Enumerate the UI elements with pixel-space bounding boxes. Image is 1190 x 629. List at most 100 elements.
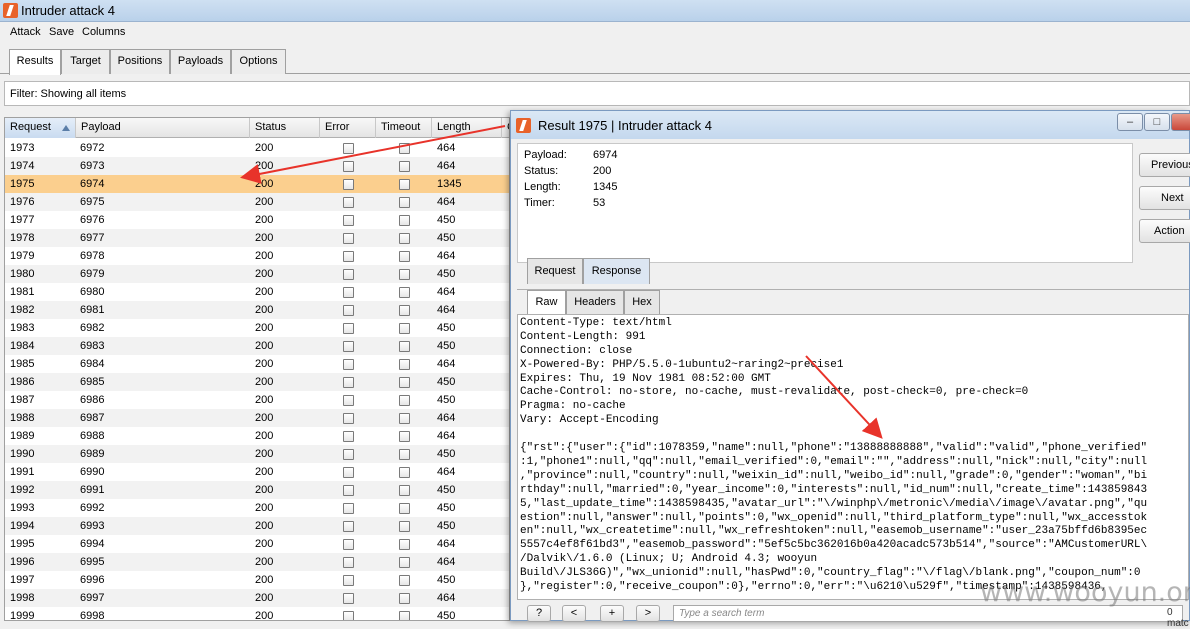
cell-request: 1988 bbox=[10, 412, 35, 424]
table-row[interactable]: 1996 6995 200 464 bbox=[5, 553, 509, 571]
filter-bar[interactable]: Filter: Showing all items bbox=[4, 81, 1190, 106]
action-button[interactable]: Action bbox=[1139, 219, 1190, 243]
cell-request: 1991 bbox=[10, 466, 35, 478]
table-row[interactable]: 1982 6981 200 464 bbox=[5, 301, 509, 319]
table-row[interactable]: 1976 6975 200 464 bbox=[5, 193, 509, 211]
response-body-line: rthday":null,"married":0,"year_income":0… bbox=[520, 483, 1148, 496]
search-prev-button[interactable]: < bbox=[562, 605, 586, 622]
error-checkbox bbox=[343, 143, 354, 154]
table-row[interactable]: 1995 6994 200 464 bbox=[5, 535, 509, 553]
timeout-checkbox bbox=[399, 341, 410, 352]
cell-status: 200 bbox=[255, 286, 274, 298]
cell-length: 464 bbox=[437, 196, 456, 208]
result-window: Result 1975 | Intruder attack 4 – □ ✕ Pa… bbox=[510, 110, 1190, 629]
table-row[interactable]: 1985 6984 200 464 bbox=[5, 355, 509, 373]
table-row[interactable]: 1977 6976 200 450 bbox=[5, 211, 509, 229]
response-raw-text[interactable]: Content-Type: text/html Content-Length: 9… bbox=[517, 314, 1189, 600]
table-row[interactable]: 1992 6991 200 450 bbox=[5, 481, 509, 499]
tab-payloads[interactable]: Payloads bbox=[170, 49, 231, 74]
table-row[interactable]: 1998 6997 200 464 bbox=[5, 589, 509, 607]
tab-raw[interactable]: Raw bbox=[527, 290, 566, 314]
table-row[interactable]: 1987 6986 200 450 bbox=[5, 391, 509, 409]
error-checkbox bbox=[343, 467, 354, 478]
menu-save[interactable]: Save bbox=[49, 26, 74, 38]
timeout-checkbox bbox=[399, 449, 410, 460]
response-header-line: Connection: close bbox=[520, 344, 633, 357]
cell-length: 464 bbox=[437, 250, 456, 262]
tab-hex[interactable]: Hex bbox=[624, 290, 660, 314]
col-length[interactable]: Length bbox=[432, 118, 502, 138]
table-row[interactable]: 1986 6985 200 450 bbox=[5, 373, 509, 391]
minimize-icon[interactable]: – bbox=[1117, 113, 1143, 131]
search-matches-count: 0 matc bbox=[1167, 607, 1189, 629]
table-row[interactable]: 1983 6982 200 450 bbox=[5, 319, 509, 337]
info-label-length: Length: bbox=[524, 181, 561, 193]
cell-request: 1979 bbox=[10, 250, 35, 262]
close-icon[interactable]: ✕ bbox=[1171, 113, 1190, 131]
table-row[interactable]: 1973 6972 200 464 bbox=[5, 139, 509, 157]
table-row[interactable]: 1988 6987 200 464 bbox=[5, 409, 509, 427]
help-button[interactable]: ? bbox=[527, 605, 551, 622]
table-row[interactable]: 1990 6989 200 450 bbox=[5, 445, 509, 463]
cell-length: 450 bbox=[437, 232, 456, 244]
timeout-checkbox bbox=[399, 359, 410, 370]
cell-payload: 6997 bbox=[80, 592, 105, 604]
cell-request: 1992 bbox=[10, 484, 35, 496]
tab-target[interactable]: Target bbox=[61, 49, 110, 74]
search-add-button[interactable]: + bbox=[600, 605, 624, 622]
tab-results[interactable]: Results bbox=[9, 49, 61, 75]
tab-headers[interactable]: Headers bbox=[566, 290, 624, 314]
cell-status: 200 bbox=[255, 322, 274, 334]
cell-request: 1977 bbox=[10, 214, 35, 226]
table-row[interactable]: 1981 6980 200 464 bbox=[5, 283, 509, 301]
table-row[interactable]: 1978 6977 200 450 bbox=[5, 229, 509, 247]
menu-attack[interactable]: Attack bbox=[10, 26, 41, 38]
tab-options[interactable]: Options bbox=[231, 49, 286, 74]
cell-request: 1983 bbox=[10, 322, 35, 334]
timeout-checkbox bbox=[399, 323, 410, 334]
response-body-line: estion":null,"answer":null,"points":0,"w… bbox=[520, 511, 1148, 524]
view-tabs: Raw Headers Hex bbox=[517, 289, 1189, 314]
col-request[interactable]: Request bbox=[5, 118, 76, 138]
table-row[interactable]: 1999 6998 200 450 bbox=[5, 607, 509, 620]
col-status[interactable]: Status bbox=[250, 118, 320, 138]
timeout-checkbox bbox=[399, 377, 410, 388]
table-row[interactable]: 1979 6978 200 464 bbox=[5, 247, 509, 265]
tab-request[interactable]: Request bbox=[527, 258, 583, 284]
maximize-icon[interactable]: □ bbox=[1144, 113, 1170, 131]
tab-response[interactable]: Response bbox=[583, 258, 650, 284]
table-row[interactable]: 1993 6992 200 450 bbox=[5, 499, 509, 517]
cell-request: 1990 bbox=[10, 448, 35, 460]
timeout-checkbox bbox=[399, 233, 410, 244]
table-row[interactable]: 1989 6988 200 464 bbox=[5, 427, 509, 445]
col-error[interactable]: Error bbox=[320, 118, 376, 138]
timeout-checkbox bbox=[399, 143, 410, 154]
error-checkbox bbox=[343, 575, 354, 586]
col-comment[interactable]: C bbox=[502, 118, 509, 138]
cell-length: 464 bbox=[437, 412, 456, 424]
table-row[interactable]: 1980 6979 200 450 bbox=[5, 265, 509, 283]
col-payload[interactable]: Payload bbox=[76, 118, 250, 138]
app-title: Intruder attack 4 bbox=[21, 3, 115, 18]
response-body-line: en":null,"wx_createtime":null,"wx_refres… bbox=[520, 525, 1148, 538]
cell-payload: 6983 bbox=[80, 340, 105, 352]
cell-request: 1984 bbox=[10, 340, 35, 352]
next-button[interactable]: Next bbox=[1139, 186, 1190, 210]
previous-button[interactable]: Previous bbox=[1139, 153, 1190, 177]
col-timeout[interactable]: Timeout bbox=[376, 118, 432, 138]
table-row[interactable]: 1997 6996 200 450 bbox=[5, 571, 509, 589]
table-row[interactable]: 1984 6983 200 450 bbox=[5, 337, 509, 355]
response-body-line: {"rst":{"user":{"id":1078359,"name":null… bbox=[520, 442, 1148, 455]
search-next-button[interactable]: > bbox=[636, 605, 660, 622]
menu-columns[interactable]: Columns bbox=[82, 26, 125, 38]
error-checkbox bbox=[343, 557, 354, 568]
table-row[interactable]: 1975 6974 200 1345 bbox=[5, 175, 509, 193]
response-header-line: Pragma: no-cache bbox=[520, 400, 626, 413]
table-row[interactable]: 1991 6990 200 464 bbox=[5, 463, 509, 481]
cell-request: 1989 bbox=[10, 430, 35, 442]
tab-positions[interactable]: Positions bbox=[110, 49, 170, 74]
cell-length: 450 bbox=[437, 520, 456, 532]
table-row[interactable]: 1994 6993 200 450 bbox=[5, 517, 509, 535]
cell-request: 1987 bbox=[10, 394, 35, 406]
table-row[interactable]: 1974 6973 200 464 bbox=[5, 157, 509, 175]
